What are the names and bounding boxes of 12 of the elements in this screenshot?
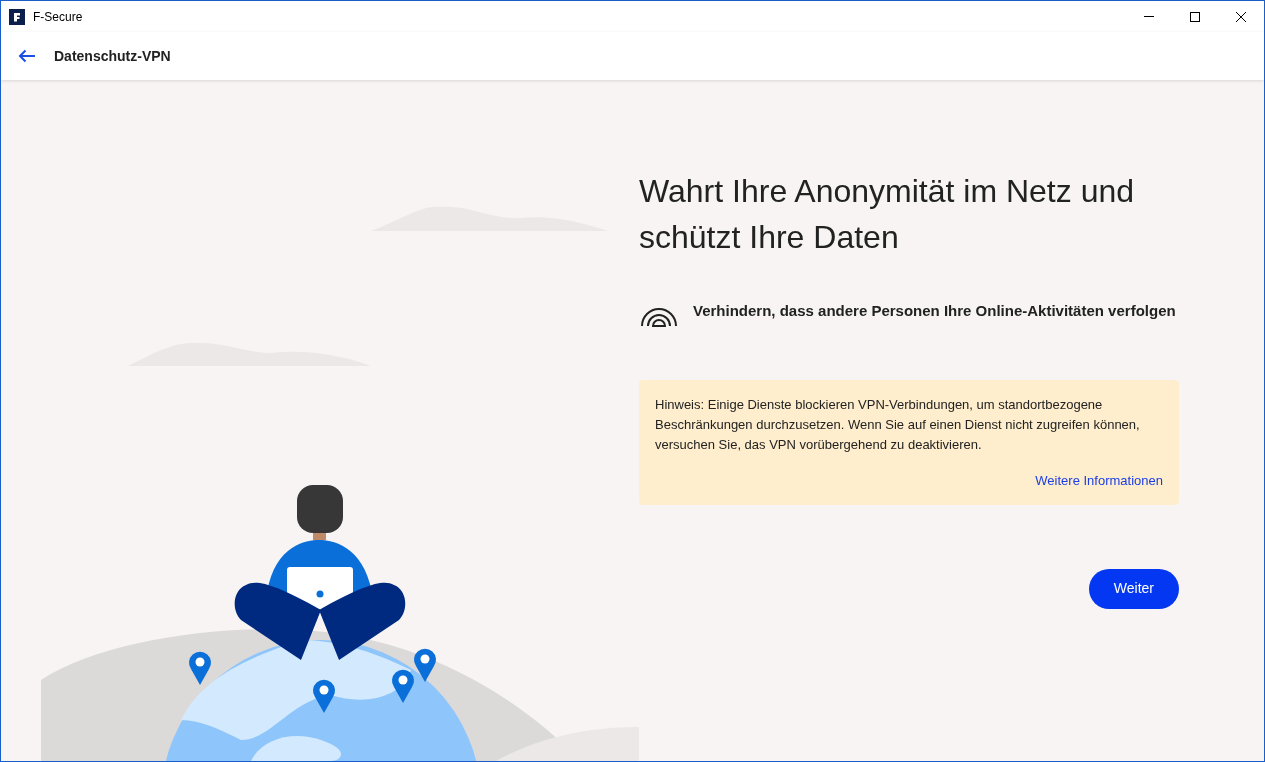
main-heading: Wahrt Ihre Anonymität im Netz und schützt Ihre Daten xyxy=(639,172,1135,257)
maximize-icon xyxy=(1190,11,1200,22)
back-arrow-icon xyxy=(18,49,36,63)
page-title: Datenschutz-VPN xyxy=(54,46,171,66)
window-title: F-Secure xyxy=(33,8,83,26)
close-icon xyxy=(1236,11,1246,22)
more-info-link[interactable]: Weitere Informationen xyxy=(1035,471,1163,491)
app-logo-icon xyxy=(9,8,25,25)
continue-button[interactable]: Weiter xyxy=(1088,568,1179,609)
feature-text: Verhindern, dass andere Personen Ihre Online-Aktivitäten verfolgen xyxy=(693,301,1176,321)
notice-text: Hinweis: Einige Dienste blockieren VPN-Verbindungen, um standortbezogene Beschränkungen durchzusetzen. Wenn Sie auf einen Dienst nicht zugreifen können, versuchen Sie, das VPN vorübergehend zu deaktivieren. xyxy=(655,396,1141,454)
minimize-icon xyxy=(1144,16,1154,17)
